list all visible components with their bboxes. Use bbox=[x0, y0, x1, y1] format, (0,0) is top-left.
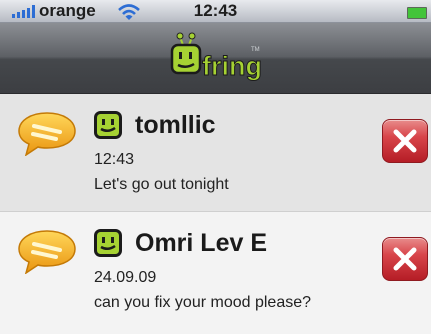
delete-button[interactable] bbox=[382, 237, 428, 281]
contact-name: tomllic bbox=[135, 111, 216, 139]
delete-icon bbox=[393, 129, 417, 153]
message-row[interactable]: Omri Lev E 24.09.09 can you fix your moo… bbox=[0, 212, 431, 334]
fring-contact-icon bbox=[94, 111, 122, 139]
svg-text:TM: TM bbox=[251, 47, 260, 53]
status-time: 12:43 bbox=[193, 1, 238, 20]
chat-bubble-icon bbox=[18, 112, 76, 156]
battery-icon bbox=[407, 7, 427, 19]
message-row[interactable]: tomllic 12:43 Let's go out tonight bbox=[0, 94, 431, 212]
app-header: fring TM bbox=[0, 23, 431, 94]
status-bar: orange 12:43 bbox=[0, 0, 431, 23]
message-preview: can you fix your mood please? bbox=[94, 294, 312, 311]
fring-contact-icon bbox=[94, 229, 122, 257]
message-time: 12:43 bbox=[94, 151, 135, 168]
svg-text:fring: fring bbox=[202, 51, 262, 81]
delete-icon bbox=[393, 247, 417, 271]
delete-button[interactable] bbox=[382, 119, 428, 163]
contact-name: Omri Lev E bbox=[135, 229, 267, 257]
fring-logo: fring TM bbox=[170, 32, 262, 82]
message-time: 24.09.09 bbox=[94, 269, 157, 286]
chat-bubble-icon bbox=[18, 230, 76, 274]
message-preview: Let's go out tonight bbox=[94, 176, 229, 193]
